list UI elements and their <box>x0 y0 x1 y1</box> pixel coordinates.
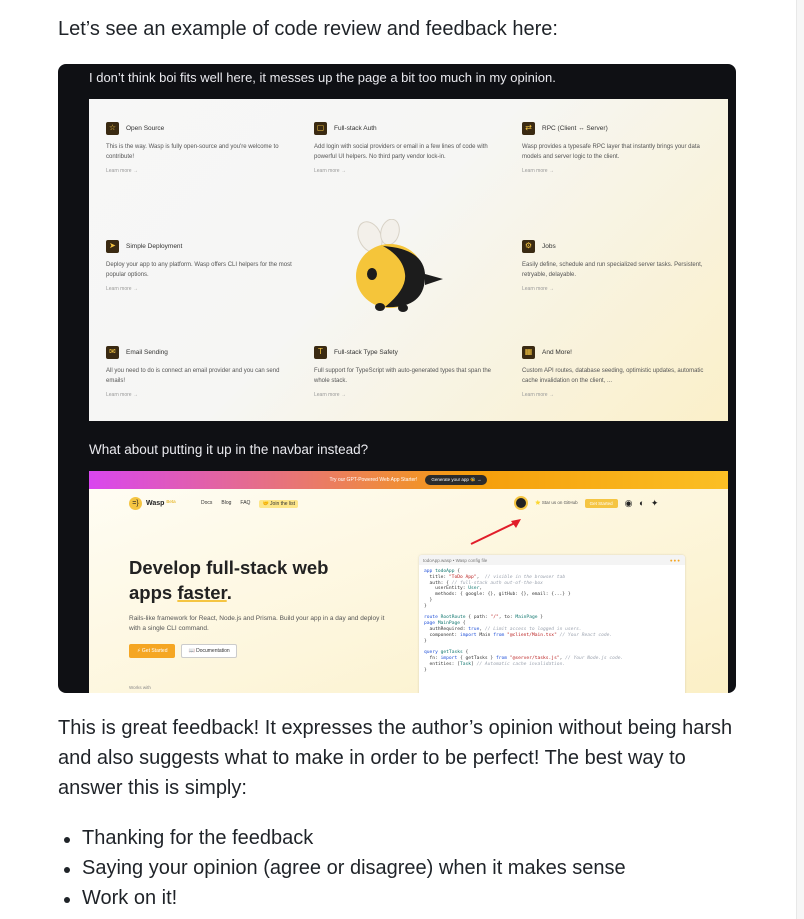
banner-text: Try our GPT-Powered Web App Starter! <box>329 477 418 483</box>
beta-badge: Beta <box>166 498 176 504</box>
hero-cta: ⚡ Get Started 📖 Documentation <box>129 644 389 658</box>
page-scrollbar[interactable] <box>796 0 804 919</box>
wasp-logo[interactable]: =} Wasp Beta <box>129 497 176 510</box>
hero-title: Develop full-stack web apps faster. <box>129 555 389 605</box>
star-icon: ☆ <box>106 121 119 135</box>
features-panel: ☆ Open Source This is the way. Wasp is fu… <box>89 99 728 421</box>
window-dots: ●●● <box>669 557 681 563</box>
hero-subtitle: Rails-like framework for React, Node.js … <box>129 615 385 632</box>
code-preview-header: todoApp.wasp • Wasp config file ●●● <box>419 555 685 565</box>
nav-link-blog[interactable]: Blog <box>221 500 231 508</box>
review-comment-1: I don’t think boi fits well here, it mes… <box>89 70 556 85</box>
list-item: Thanking for the feedback <box>64 823 626 853</box>
grid-icon: ▦ <box>522 345 535 359</box>
review-comment-2: What about putting it up in the navbar i… <box>89 442 369 457</box>
join-list-link[interactable]: 🤝 Join the list <box>259 500 299 508</box>
feature-open-source: ☆ Open Source This is the way. Wasp is fu… <box>106 121 296 174</box>
learn-more-link[interactable]: Learn more → <box>106 168 296 174</box>
feature-description: Deploy your app to any platform. Wasp of… <box>106 262 292 278</box>
promo-banner: Try our GPT-Powered Web App Starter! Gen… <box>89 471 728 489</box>
feature-type-safety: T Full-stack Type Safety Full support for… <box>314 345 504 398</box>
learn-more-link[interactable]: Learn more → <box>314 168 504 174</box>
feature-title: Email Sending <box>126 348 168 356</box>
red-arrow-annotation <box>470 519 521 545</box>
nav-link-docs[interactable]: Docs <box>201 500 212 508</box>
learn-more-link[interactable]: Learn more → <box>314 392 504 398</box>
feature-description: Custom API routes, database seeding, opt… <box>522 368 704 384</box>
mail-icon: ✉ <box>106 345 119 359</box>
intro-text: Let’s see an example of code review and … <box>58 18 558 40</box>
rpc-icon: ⇄ <box>522 121 535 135</box>
social-icons[interactable]: ◉ ◐ ✦ <box>625 498 661 509</box>
hero-title-line2: apps <box>129 582 178 603</box>
hero-get-started-button[interactable]: ⚡ Get Started <box>129 644 176 658</box>
navbar-right: ⭐ Star us on GitHub Get Started ◉ ◐ ✦ <box>514 496 660 510</box>
feature-simple-deployment: ➤ Simple Deployment Deploy your app to an… <box>106 239 296 292</box>
hero-title-underlined: faster <box>177 582 227 603</box>
hero-title-end: . <box>226 582 232 603</box>
nav-link-faq[interactable]: FAQ <box>240 500 250 508</box>
learn-more-link[interactable]: Learn more → <box>522 168 712 174</box>
code-filename: todoApp.wasp • Wasp config file <box>423 557 488 563</box>
feature-description: Add login with social providers or email… <box>314 144 488 160</box>
learn-more-link[interactable]: Learn more → <box>106 286 296 292</box>
feature-description: This is the way. Wasp is fully open-sour… <box>106 144 279 160</box>
wasp-logo-icon: =} <box>129 497 142 510</box>
feature-full-stack-auth: ▢ Full-stack Auth Add login with social p… <box>314 121 504 174</box>
feature-rpc: ⇄ RPC (Client ↔ Server) Wasp provides a t… <box>522 121 712 174</box>
feature-title: RPC (Client ↔ Server) <box>542 124 608 132</box>
feedback-paragraph: This is great feedback! It expresses the… <box>58 717 733 799</box>
hero-title-line1: Develop full-stack web <box>129 557 329 578</box>
bee-mascot-illustration <box>356 219 443 312</box>
feature-description: Wasp provides a typesafe RPC layer that … <box>522 144 700 160</box>
learn-more-link[interactable]: Learn more → <box>106 392 296 398</box>
feature-description: Full support for TypeScript with auto-ge… <box>314 368 491 384</box>
github-star-link[interactable]: ⭐ Star us on GitHub <box>535 500 578 506</box>
code-preview: todoApp.wasp • Wasp config file ●●● app … <box>419 555 685 693</box>
feature-title: Full-stack Type Safety <box>334 348 398 356</box>
learn-more-link[interactable]: Learn more → <box>522 286 712 292</box>
feature-description: Easily define, schedule and run speciali… <box>522 262 703 278</box>
site-navbar: =} Wasp Beta Docs Blog FAQ 🤝 Join the li… <box>89 489 728 515</box>
generate-app-button[interactable]: Generate your app 🐝 → <box>425 475 488 485</box>
navbar-preview: Try our GPT-Powered Web App Starter! Gen… <box>89 471 728 693</box>
feature-email-sending: ✉ Email Sending All you need to do is con… <box>106 345 296 398</box>
nav-links: Docs Blog FAQ 🤝 Join the list <box>201 500 299 508</box>
learn-more-link[interactable]: Learn more → <box>522 392 712 398</box>
list-item: Saying your opinion (agree or disagree) … <box>64 853 626 883</box>
feature-title: And More! <box>542 348 572 356</box>
feature-title: Jobs <box>542 242 556 250</box>
works-with-label: Works with <box>129 685 151 690</box>
code-snippet: app todoApp { title: "ToDo App", // visi… <box>424 569 624 673</box>
feature-title: Open Source <box>126 124 165 132</box>
hero-section: Develop full-stack web apps faster. Rail… <box>129 555 389 658</box>
get-started-nav-button[interactable]: Get Started <box>584 498 618 508</box>
gear-icon: ⚙ <box>522 239 535 253</box>
send-icon: ➤ <box>106 239 119 253</box>
bee-navbar-icon <box>514 496 528 510</box>
feature-and-more: ▦ And More! Custom API routes, database s… <box>522 345 712 398</box>
feature-jobs: ⚙ Jobs Easily define, schedule and run sp… <box>522 239 712 292</box>
type-icon: T <box>314 345 327 359</box>
hero-documentation-button[interactable]: 📖 Documentation <box>181 644 237 658</box>
feature-description: All you need to do is connect an email p… <box>106 368 280 384</box>
feature-title: Simple Deployment <box>126 242 183 250</box>
logo-name: Wasp <box>146 500 165 507</box>
feedback-screenshot: I don’t think boi fits well here, it mes… <box>58 64 736 693</box>
lock-icon: ▢ <box>314 121 327 135</box>
list-item: Work on it! <box>64 883 626 913</box>
feature-title: Full-stack Auth <box>334 124 377 132</box>
advice-list: Thanking for the feedback Saying your op… <box>64 823 626 913</box>
